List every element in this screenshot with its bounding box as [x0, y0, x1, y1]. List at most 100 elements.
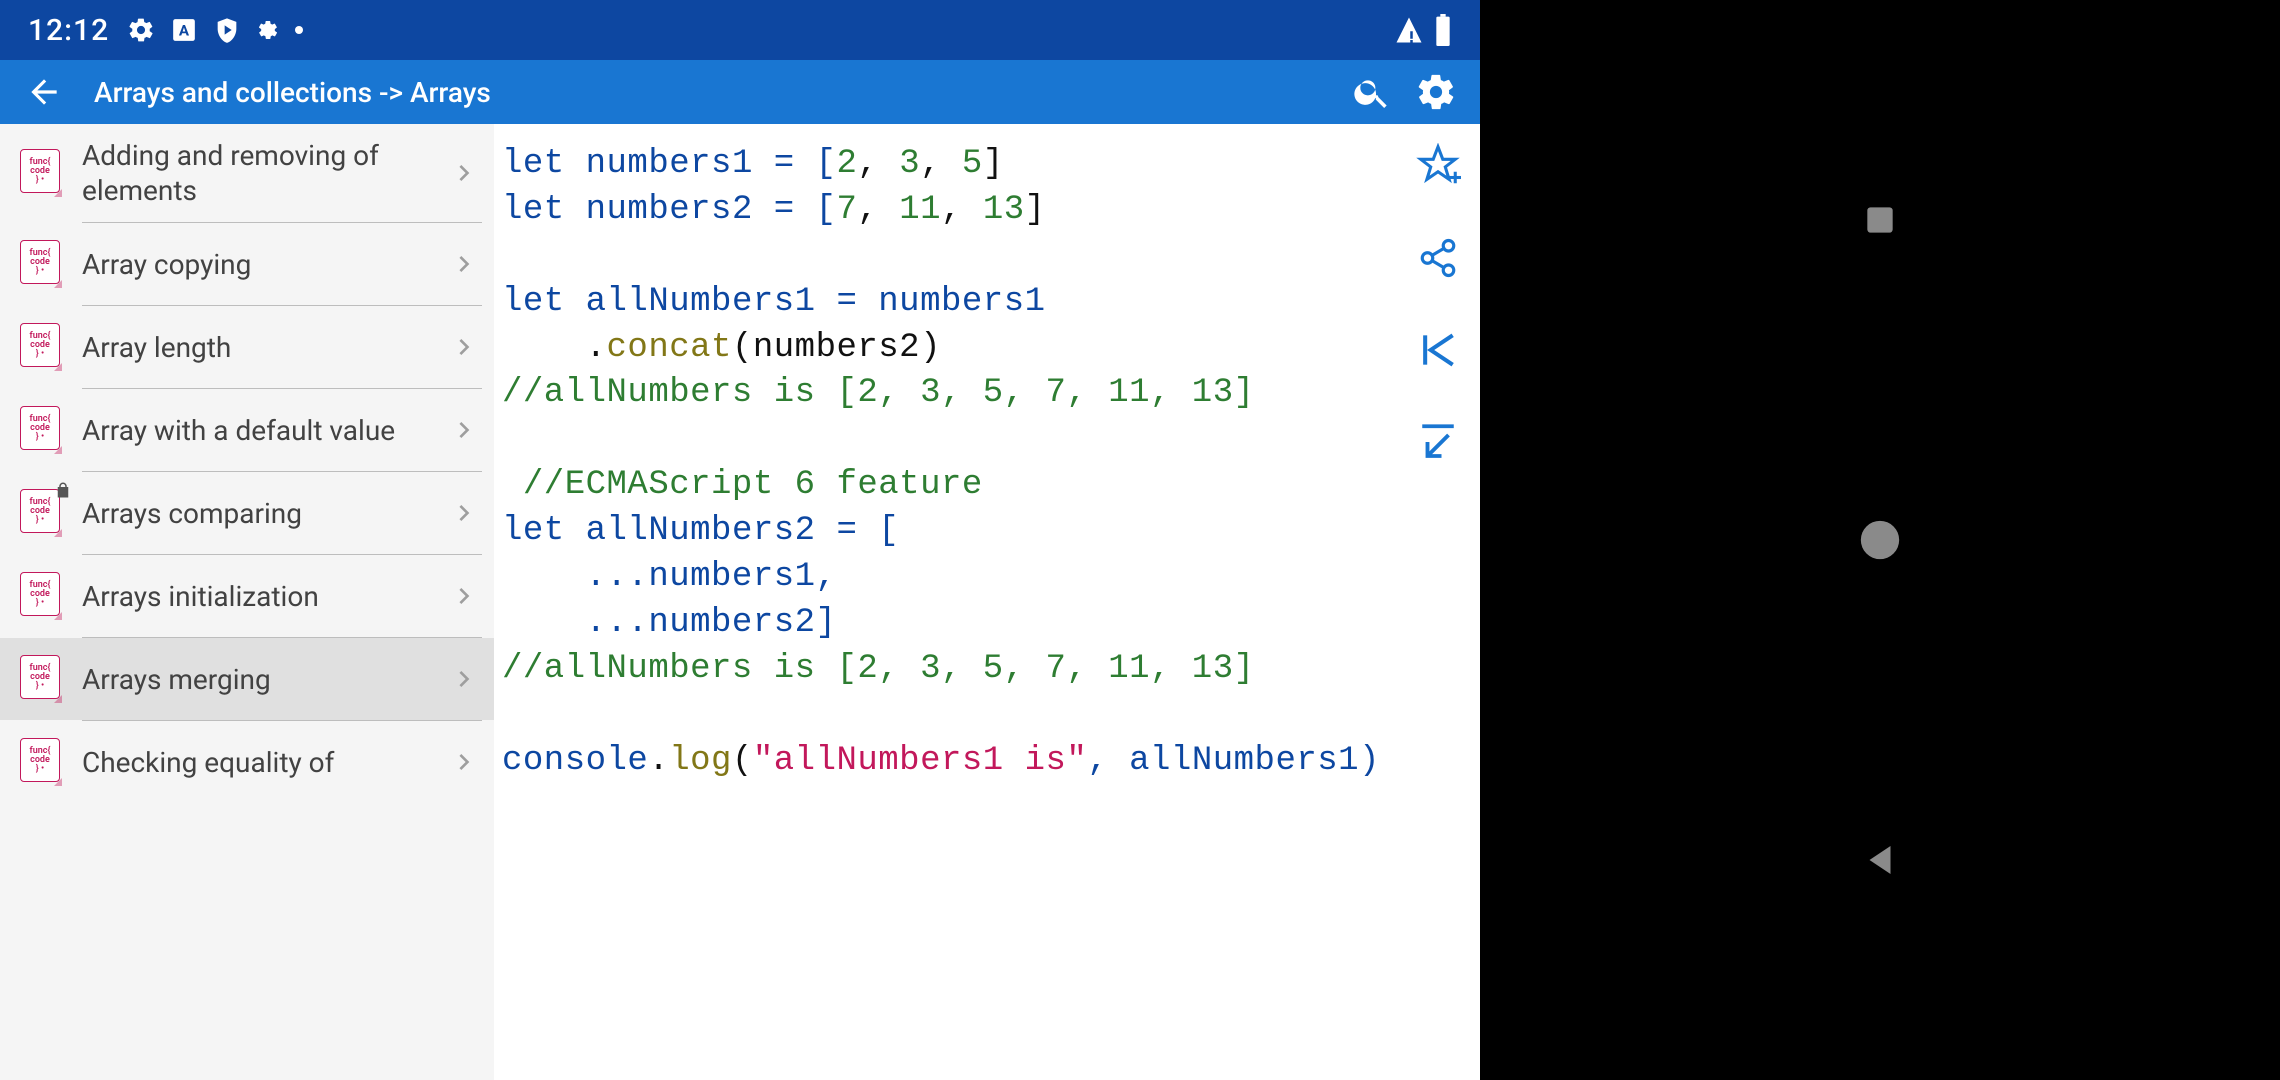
list-item-label: Array with a default value — [82, 413, 446, 448]
list-item-label: Array length — [82, 330, 446, 365]
status-bar: 12:12 A — [0, 0, 1480, 60]
code-file-icon: func{code} • — [20, 655, 64, 703]
list-item[interactable]: func{code} • Array length — [0, 306, 494, 388]
gear-icon — [127, 16, 155, 44]
code-token: . — [648, 742, 669, 780]
square-icon — [1861, 201, 1899, 239]
nav-back-button[interactable] — [1820, 800, 1940, 920]
letter-a-icon: A — [171, 17, 197, 43]
list-item[interactable]: func{code} • Adding and removing of eleme… — [0, 124, 494, 222]
list-item[interactable]: func{code} • Array with a default value — [0, 389, 494, 471]
lock-icon — [54, 481, 72, 499]
code-file-icon: func{code} • — [20, 406, 64, 454]
code-block: let numbers1 = [2, 3, 5] let numbers2 = … — [494, 124, 1480, 784]
nav-recent-button[interactable] — [1820, 160, 1940, 280]
list-item[interactable]: func{code} • Array copying — [0, 223, 494, 305]
circle-icon — [1857, 517, 1903, 563]
favorite-button[interactable] — [1414, 142, 1462, 190]
page-title: Arrays and collections -> Arrays — [94, 76, 1348, 109]
code-token: console — [502, 742, 648, 780]
list-item-label: Checking equality of — [82, 745, 446, 780]
code-token: . — [502, 329, 607, 367]
code-token: , — [857, 191, 899, 229]
chevron-right-icon — [446, 497, 482, 529]
code-token: allNumbers1 = numbers1 — [565, 283, 1046, 321]
code-file-icon: func{code} • — [20, 572, 64, 620]
topic-list[interactable]: func{code} • Adding and removing of eleme… — [0, 124, 494, 1080]
app-bar: Arrays and collections -> Arrays — [0, 60, 1480, 124]
chevron-right-icon — [446, 157, 482, 189]
code-file-icon: func{code} • — [20, 323, 64, 371]
triangle-left-icon — [1859, 839, 1901, 881]
chevron-right-icon — [446, 746, 482, 778]
search-button[interactable] — [1348, 68, 1396, 116]
list-item-label: Array copying — [82, 247, 446, 282]
list-item-label: Arrays comparing — [82, 496, 446, 531]
list-item-label: Adding and removing of elements — [82, 138, 446, 208]
code-token: , — [941, 191, 983, 229]
list-item[interactable]: func{code} • Arrays initialization — [0, 555, 494, 637]
code-token: 11 — [899, 191, 941, 229]
code-token: , — [920, 145, 962, 183]
code-file-icon: func{code} • — [20, 240, 64, 288]
code-file-icon: func{code} • — [20, 738, 64, 786]
code-token: 13 — [983, 191, 1025, 229]
nav-home-button[interactable] — [1820, 480, 1940, 600]
signal-icon — [1394, 15, 1424, 45]
code-token: log — [669, 742, 732, 780]
star-plus-icon — [1415, 143, 1461, 189]
chevron-right-icon — [446, 414, 482, 446]
skip-start-icon — [1416, 328, 1460, 372]
collapse-button[interactable] — [1414, 418, 1462, 466]
dot-icon — [295, 26, 303, 34]
code-token: 2 — [836, 145, 857, 183]
system-nav-rail — [1480, 0, 2280, 1080]
arrow-left-icon — [25, 73, 63, 111]
code-token: , — [857, 145, 899, 183]
code-token: //ECMAScript 6 feature — [502, 466, 983, 504]
code-token: ] — [983, 145, 1004, 183]
list-item[interactable]: func{code} • Arrays comparing — [0, 472, 494, 554]
code-token: numbers1 = [ — [565, 145, 837, 183]
code-token: 3 — [899, 145, 920, 183]
list-item[interactable]: func{code} • Checking equality of — [0, 721, 494, 803]
back-button[interactable] — [20, 68, 68, 116]
skip-first-button[interactable] — [1414, 326, 1462, 374]
chevron-right-icon — [446, 331, 482, 363]
code-token: //allNumbers is [2, 3, 5, 7, 11, 13] — [502, 374, 1255, 412]
status-icons-left: A — [127, 16, 303, 44]
code-token: (numbers2) — [732, 329, 941, 367]
code-token: ] — [1025, 191, 1046, 229]
code-token: let — [502, 512, 565, 550]
list-item-label: Arrays initialization — [82, 579, 446, 614]
chevron-right-icon — [446, 663, 482, 695]
code-token: 7 — [836, 191, 857, 229]
code-file-icon: func{code} • — [20, 489, 64, 537]
gear-small-icon — [257, 19, 279, 41]
share-button[interactable] — [1414, 234, 1462, 282]
chevron-right-icon — [446, 580, 482, 612]
chevron-right-icon — [446, 248, 482, 280]
status-time: 12:12 — [28, 13, 109, 48]
code-token: let — [502, 191, 565, 229]
code-pane[interactable]: let numbers1 = [2, 3, 5] let numbers2 = … — [494, 124, 1480, 1080]
code-token: allNumbers2 = [ — [565, 512, 899, 550]
shield-icon — [213, 16, 241, 44]
svg-text:A: A — [179, 21, 190, 39]
code-token: concat — [607, 329, 732, 367]
code-token: let — [502, 145, 565, 183]
code-token: ...numbers1, — [502, 558, 836, 596]
settings-button[interactable] — [1412, 68, 1460, 116]
code-token: 5 — [962, 145, 983, 183]
arrow-down-left-icon — [1417, 421, 1459, 463]
list-item[interactable]: func{code} • Arrays merging — [0, 638, 494, 720]
code-token: numbers2 = [ — [565, 191, 837, 229]
code-token: "allNumbers1 is" — [753, 742, 1087, 780]
code-token: , allNumbers1) — [1087, 742, 1380, 780]
code-token: //allNumbers is [2, 3, 5, 7, 11, 13] — [502, 650, 1255, 688]
search-icon — [1352, 72, 1392, 112]
gear-icon — [1415, 71, 1457, 113]
list-item-label: Arrays merging — [82, 662, 446, 697]
share-icon — [1417, 237, 1459, 279]
code-file-icon: func{code} • — [20, 149, 64, 197]
